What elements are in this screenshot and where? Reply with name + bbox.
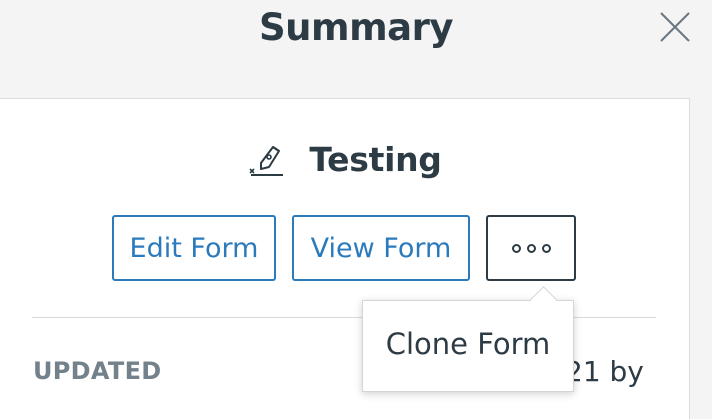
form-title: Testing	[309, 139, 442, 179]
clone-form-menu-item[interactable]: Clone Form	[363, 327, 573, 361]
modal-header: Summary	[0, 0, 712, 98]
more-options-button[interactable]	[486, 215, 576, 281]
modal-title: Summary	[259, 6, 453, 49]
close-button[interactable]	[658, 10, 692, 44]
pen-sign-icon	[249, 146, 284, 176]
edit-form-button[interactable]: Edit Form	[112, 215, 276, 281]
form-title-row: Testing	[0, 139, 689, 179]
updated-label: UPDATED	[33, 357, 162, 385]
updated-value: 21 by	[565, 355, 644, 388]
close-icon	[660, 12, 690, 42]
ellipsis-icon	[526, 243, 536, 253]
ellipsis-icon	[541, 243, 551, 253]
summary-panel: Testing Edit Form View Form UPDATED 21 b…	[0, 98, 690, 419]
ellipsis-icon	[511, 243, 521, 253]
more-options-menu: Clone Form	[362, 300, 574, 392]
view-form-button[interactable]: View Form	[292, 215, 470, 281]
